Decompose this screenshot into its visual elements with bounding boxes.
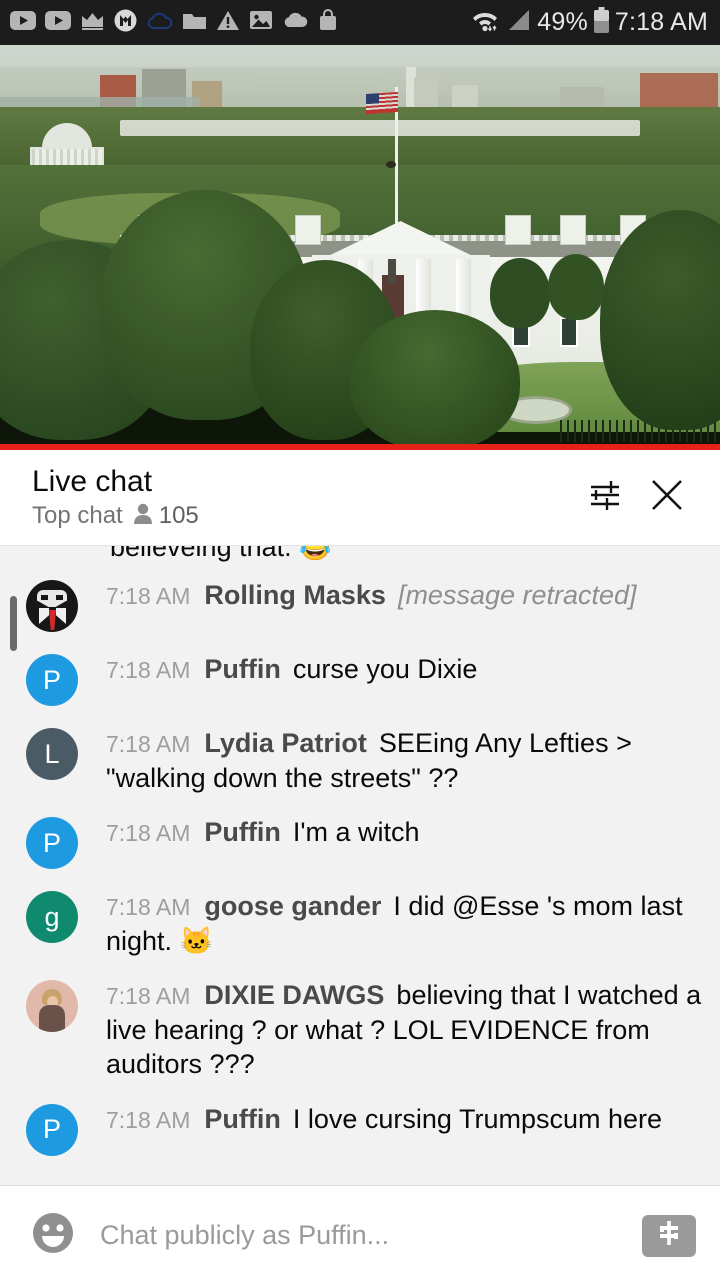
- message-text: I love cursing Trumpscum here: [292, 1103, 663, 1134]
- battery-icon: [593, 6, 610, 39]
- message-author[interactable]: Lydia Patriot: [204, 728, 367, 758]
- youtube-play-icon-2: [45, 10, 71, 35]
- message-author[interactable]: Puffin: [204, 817, 280, 847]
- chat-message-row[interactable]: g 7:18 AM goose gander I did @Esse 's mom l…: [0, 879, 720, 968]
- chat-message-list[interactable]: believeing that. 😂 7:18 AM Rolling Masks […: [0, 545, 720, 1185]
- dollar-sign-icon: [654, 1218, 684, 1253]
- message-retracted-label: [message retracted]: [397, 580, 637, 610]
- avatar[interactable]: g: [26, 891, 78, 944]
- chat-input[interactable]: [100, 1220, 618, 1251]
- chat-message-body: 7:18 AM Rolling Masks [message retracted]: [106, 578, 702, 613]
- chat-message-row[interactable]: 7:18 AM DIXIE DAWGS believing that I watch…: [0, 968, 720, 1092]
- chat-message-body: 7:18 AM Puffin I'm a witch: [106, 815, 702, 850]
- chat-subline: Top chat 105: [32, 502, 574, 530]
- close-chat-button[interactable]: [636, 467, 698, 529]
- youtube-play-icon: [10, 10, 36, 35]
- wifi-icon: [469, 7, 501, 38]
- message-timestamp: 7:18 AM: [106, 1106, 191, 1133]
- m-circle-icon: [114, 9, 137, 37]
- warning-triangle-icon: [216, 10, 240, 36]
- crown-icon: [80, 10, 105, 35]
- message-author[interactable]: goose gander: [204, 891, 381, 921]
- chat-settings-sliders-icon: [583, 473, 627, 522]
- message-author[interactable]: Rolling Masks: [204, 580, 386, 610]
- avatar[interactable]: P: [26, 1103, 78, 1156]
- viewer-count-group: 105: [133, 502, 199, 530]
- chat-message-row[interactable]: P 7:18 AM Puffin curse you Dixie: [0, 642, 720, 716]
- superchat-button[interactable]: [642, 1214, 696, 1257]
- clock-label: 7:18 AM: [614, 8, 708, 36]
- photo-icon: [249, 10, 273, 35]
- message-text: I'm a witch: [292, 817, 420, 848]
- avatar[interactable]: P: [26, 654, 78, 706]
- video-frame-whitehouse: [0, 45, 720, 450]
- clipped-message-text: believeing that. 😂: [110, 546, 332, 563]
- avatar[interactable]: [26, 980, 78, 1033]
- foreground-trees: [0, 190, 720, 450]
- bird: [386, 161, 396, 168]
- chat-message-row[interactable]: P 7:18 AM Puffin I love cursing Trumpscum h…: [0, 1092, 720, 1166]
- chat-mode-label[interactable]: Top chat: [32, 502, 123, 530]
- message-timestamp: 7:18 AM: [106, 820, 191, 847]
- chat-settings-button[interactable]: [574, 467, 636, 529]
- chat-message-body: 7:18 AM goose gander I did @Esse 's mom la…: [106, 889, 702, 958]
- message-timestamp: 7:18 AM: [106, 983, 191, 1010]
- message-author[interactable]: DIXIE DAWGS: [204, 980, 384, 1010]
- message-timestamp: 7:18 AM: [106, 583, 191, 609]
- chat-composer: [0, 1185, 720, 1280]
- status-bar-system-icons: 49% 7:18 AM: [469, 6, 708, 39]
- shopping-bag-icon: [318, 9, 338, 36]
- message-author[interactable]: Puffin: [204, 654, 280, 684]
- person-icon: [133, 503, 153, 530]
- chat-message-body: 7:18 AM Puffin curse you Dixie: [106, 652, 702, 687]
- battery-percent-label: 49%: [537, 8, 588, 36]
- folder-icon: [182, 10, 207, 35]
- avatar[interactable]: L: [26, 728, 78, 780]
- live-chat-header: Live chat Top chat 105: [0, 450, 720, 545]
- clipped-message-label: believeing that.: [110, 546, 292, 562]
- message-text: believing that I watched a live hearing …: [106, 980, 702, 1080]
- emoji-smiley-icon[interactable]: [30, 1210, 76, 1261]
- page-title: Live chat: [32, 465, 153, 498]
- laughing-emoji-icon: 😂: [299, 546, 332, 562]
- chat-message-body: 7:18 AM DIXIE DAWGS believing that I watch…: [106, 978, 702, 1082]
- chat-message-row[interactable]: 7:18 AM Rolling Masks [message retracted]: [0, 568, 720, 642]
- message-timestamp: 7:18 AM: [106, 731, 191, 757]
- chat-message-body: 7:18 AM Puffin I love cursing Trumpscum he…: [106, 1102, 702, 1137]
- chat-message-row[interactable]: L 7:18 AM Lydia Patriot SEEing Any Lefties …: [0, 716, 720, 805]
- video-player[interactable]: [0, 45, 720, 450]
- message-timestamp: 7:18 AM: [106, 657, 191, 683]
- chat-message-body: 7:18 AM Lydia Patriot SEEing Any Lefties >…: [106, 726, 702, 795]
- american-flag: [366, 91, 398, 115]
- clipped-message-row: believeing that. 😂: [0, 546, 720, 568]
- distant-buildings-strip: [120, 120, 640, 136]
- chat-header-titles: Live chat Top chat 105: [32, 465, 574, 530]
- status-bar: 49% 7:18 AM: [0, 0, 720, 45]
- chat-message-row[interactable]: P 7:18 AM Puffin I'm a witch: [0, 805, 720, 879]
- avatar[interactable]: [26, 580, 78, 632]
- message-text: curse you Dixie: [292, 654, 478, 684]
- video-progress-bar[interactable]: [0, 444, 720, 450]
- close-icon: [645, 473, 689, 522]
- chat-messages-container: 7:18 AM Rolling Masks [message retracted] P…: [0, 568, 720, 1166]
- signal-bars-icon: [506, 8, 532, 37]
- cloud-icon: [282, 12, 309, 33]
- message-author[interactable]: Puffin: [204, 1104, 280, 1134]
- message-text: I did @Esse 's mom last night. 🐱: [106, 891, 683, 956]
- cloud-outline-icon: [146, 11, 173, 35]
- avatar[interactable]: P: [26, 817, 78, 870]
- viewer-count-label: 105: [158, 502, 199, 529]
- status-bar-notification-icons: [10, 9, 338, 37]
- chat-scrollbar[interactable]: [10, 596, 17, 651]
- message-timestamp: 7:18 AM: [106, 894, 191, 921]
